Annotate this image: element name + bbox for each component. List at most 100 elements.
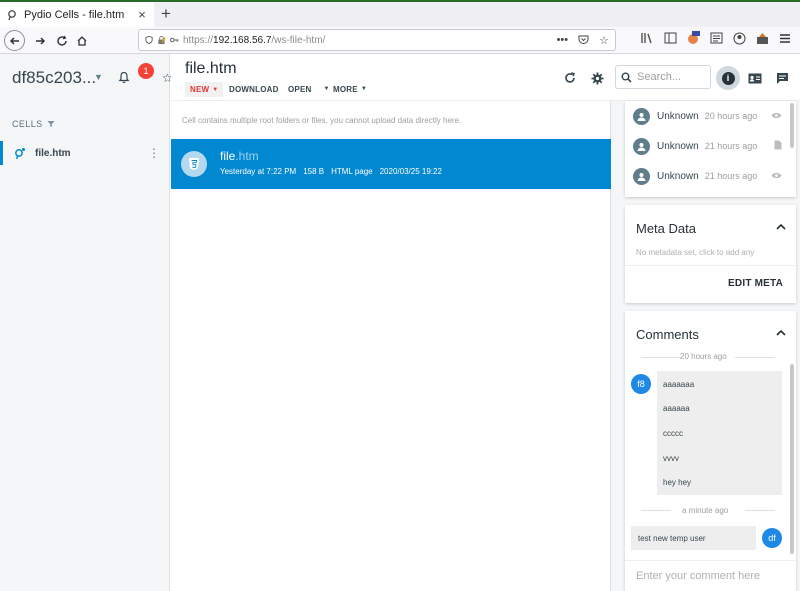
bookmark-star-icon[interactable]: ☆ — [599, 34, 609, 47]
eye-icon — [771, 171, 782, 181]
more-vert-icon[interactable]: ⋮ — [148, 146, 160, 160]
sidebar-toggle-icon[interactable] — [663, 31, 677, 45]
chat-icon — [776, 72, 788, 84]
download-button[interactable]: DOWNLOAD — [229, 82, 279, 96]
tab-close-icon[interactable]: × — [136, 7, 148, 22]
chat-button[interactable] — [774, 70, 790, 86]
comments-card: Comments 20 hours ago f8 aaaaaaa aaaaaa … — [625, 311, 796, 591]
download-button-label: DOWNLOAD — [229, 84, 279, 94]
comment-text: aaaaaa — [663, 404, 690, 413]
comment-text: hey hey — [663, 478, 692, 487]
upload-notice: Cell contains multiple root folders or f… — [182, 116, 462, 125]
sidebar-item-file-htm[interactable]: file.htm ⋮ — [0, 141, 170, 165]
activity-user: Unknown — [657, 110, 699, 122]
user-avatar-icon — [633, 107, 650, 125]
left-sidebar: df85c203... ▼ 1 ☆ CELLS file.htm ⋮ — [0, 54, 173, 591]
chevron-up-icon[interactable] — [776, 327, 786, 339]
activity-scrollbar[interactable] — [790, 103, 794, 148]
avatar[interactable]: f8 — [631, 374, 651, 394]
info-panel-button[interactable]: i — [716, 66, 740, 90]
open-button[interactable]: OPEN ▼ — [288, 82, 330, 96]
activity-time: 21 hours ago — [704, 171, 758, 181]
comment-input-placeholder: Enter your comment here — [636, 570, 761, 582]
divider — [745, 510, 775, 511]
activity-item[interactable]: Unknown 20 hours ago — [625, 101, 796, 131]
new-button-label: NEW — [190, 85, 210, 94]
html5-file-icon — [181, 151, 207, 177]
table-row[interactable]: file.htm Yesterday at 7:22 PM 158 B HTML… — [171, 139, 611, 189]
workspace-dropdown-icon[interactable]: ▼ — [94, 72, 103, 82]
forward-button[interactable] — [28, 29, 51, 52]
browser-toolbar — [640, 31, 800, 45]
url-scheme: https:// — [183, 34, 214, 46]
account-icon[interactable] — [732, 31, 746, 45]
cells-section-header: CELLS — [12, 119, 55, 129]
file-modified: Yesterday at 7:22 PM — [220, 167, 297, 176]
info-icon: i — [721, 71, 735, 85]
more-button-label: MORE — [333, 84, 358, 94]
open-button-label: OPEN — [288, 84, 312, 94]
activity-time: 20 hours ago — [704, 111, 758, 121]
pydio-app: df85c203... ▼ 1 ☆ CELLS file.htm ⋮ file.… — [0, 54, 800, 591]
file-list: Cell contains multiple root folders or f… — [171, 101, 611, 591]
pocket-icon[interactable] — [578, 34, 589, 45]
cells-header-label: CELLS — [12, 119, 43, 129]
caret-down-icon: ▼ — [360, 86, 367, 92]
file-meta: Yesterday at 7:22 PM 158 B HTML page 202… — [220, 167, 442, 176]
extension-icon[interactable] — [686, 31, 700, 45]
sidebar-item-label: file.htm — [35, 147, 71, 159]
comment-text: aaaaaaa — [663, 380, 695, 389]
home-icon — [77, 35, 86, 46]
user-avatar-icon — [633, 167, 650, 185]
hamburger-menu-icon[interactable] — [778, 31, 792, 45]
workspace-title[interactable]: df85c203... — [12, 68, 96, 88]
comments-scrollbar[interactable] — [790, 364, 794, 554]
settings-button[interactable] — [589, 70, 605, 86]
forward-arrow-icon — [35, 36, 45, 45]
file-size: 158 B — [303, 167, 325, 176]
search-input[interactable]: Search... — [615, 65, 711, 89]
meta-empty-text[interactable]: No metadata set, click to add any — [636, 248, 754, 257]
comment-input[interactable]: Enter your comment here — [625, 560, 796, 591]
key-icon — [170, 37, 179, 43]
eye-icon — [771, 111, 782, 121]
insecure-lock-icon — [158, 35, 166, 45]
search-icon — [621, 72, 632, 83]
edit-meta-button[interactable]: EDIT META — [728, 278, 783, 289]
back-arrow-icon — [9, 36, 19, 45]
avatar[interactable]: df — [762, 528, 782, 548]
comment-day-label: a minute ago — [682, 506, 729, 515]
tab-title: Pydio Cells - file.htm — [24, 8, 125, 21]
refresh-button[interactable] — [562, 70, 578, 86]
activity-item[interactable]: Unknown 21 hours ago — [625, 161, 796, 191]
caret-down-icon: ▼ — [323, 86, 330, 92]
home-button[interactable] — [70, 29, 93, 52]
more-button[interactable]: MORE ▼ — [333, 82, 367, 96]
file-date: 2020/03/25 19:22 — [379, 167, 442, 176]
gear-icon — [591, 72, 603, 84]
reader-icon[interactable] — [709, 31, 723, 45]
notification-count-badge[interactable]: 1 — [138, 63, 154, 79]
filter-icon[interactable] — [47, 120, 55, 128]
activity-item[interactable]: Unknown 21 hours ago — [625, 131, 796, 161]
url-bar[interactable]: https:// 192.168.56.7 /ws-file-htm/ ••• … — [138, 29, 616, 51]
container-extension-icon[interactable] — [755, 31, 769, 45]
search-placeholder: Search... — [637, 71, 682, 83]
chevron-up-icon[interactable] — [776, 221, 786, 233]
browser-tabbar: Pydio Cells - file.htm × + — [0, 0, 800, 27]
details-card-button[interactable] — [747, 70, 763, 86]
browser-tab[interactable]: Pydio Cells - file.htm × — [0, 2, 154, 27]
contact-card-icon — [748, 73, 762, 83]
notifications-bell-icon[interactable] — [118, 71, 130, 84]
activity-user: Unknown — [657, 170, 699, 182]
new-tab-button[interactable]: + — [158, 4, 174, 24]
page-actions-menu-icon[interactable]: ••• — [557, 34, 569, 47]
caret-down-icon: ▼ — [212, 86, 219, 93]
new-button[interactable]: NEW ▼ — [185, 82, 224, 97]
activity-time: 21 hours ago — [704, 141, 758, 151]
site-security-icons[interactable] — [145, 35, 179, 45]
comments-card-title: Comments — [636, 327, 699, 342]
library-icon[interactable] — [640, 31, 654, 45]
back-button[interactable] — [4, 30, 25, 51]
file-basename: file — [220, 149, 236, 163]
